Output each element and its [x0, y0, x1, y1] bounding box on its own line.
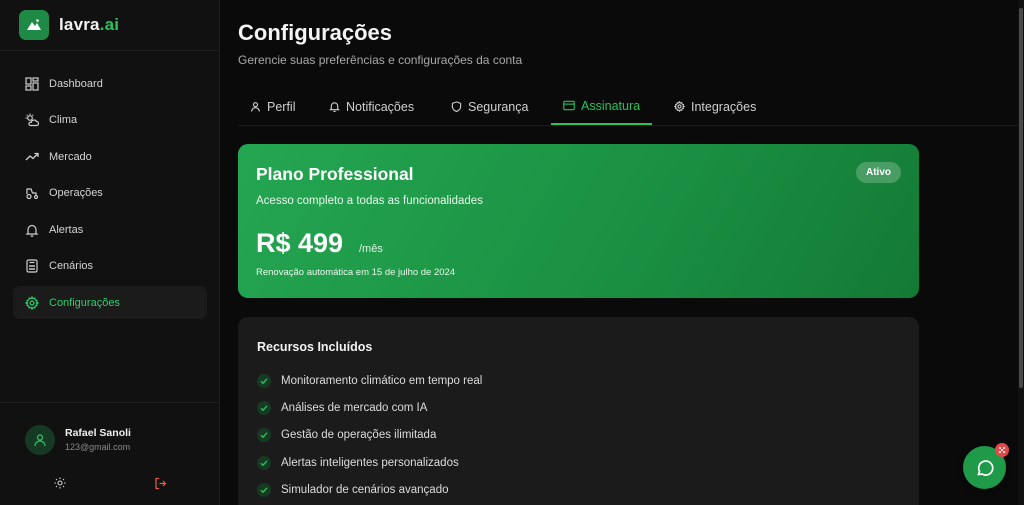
- sidebar-item-mercado[interactable]: Mercado: [13, 140, 207, 173]
- weather-icon: [24, 112, 40, 128]
- user-email: 123@gmail.com: [65, 442, 131, 452]
- plan-name: Plano Professional: [256, 164, 414, 184]
- feature-list: Monitoramento climático em tempo real An…: [257, 367, 482, 503]
- plan-card: Plano Professional Ativo Acesso completo…: [238, 144, 919, 298]
- check-icon: [257, 482, 271, 497]
- brand[interactable]: lavra.ai: [0, 0, 219, 51]
- tab-assinatura[interactable]: Assinatura: [551, 88, 653, 125]
- tab-integracoes[interactable]: Integrações: [674, 88, 756, 125]
- user-block: Rafael Sanoli 123@gmail.com: [0, 402, 220, 505]
- tab-label: Perfil: [267, 99, 296, 114]
- calculator-icon: [24, 258, 40, 274]
- logout-icon: [154, 477, 166, 489]
- plan-description: Acesso completo a todas as funcionalidad…: [256, 195, 483, 207]
- shield-icon: [451, 101, 462, 112]
- scrollbar-thumb[interactable]: [1019, 8, 1023, 388]
- bell-icon: [329, 101, 340, 112]
- check-icon: [257, 373, 271, 388]
- brand-name-main: lavra: [59, 15, 100, 34]
- tab-label: Assinatura: [581, 98, 641, 113]
- feature-label: Alertas inteligentes personalizados: [281, 456, 459, 469]
- feature-label: Simulador de cenários avançado: [281, 483, 449, 496]
- trending-up-icon: [24, 149, 40, 165]
- features-card: Recursos Incluídos Monitoramento climáti…: [238, 317, 919, 505]
- plan-price: R$ 499: [256, 228, 344, 258]
- sidebar-item-clima[interactable]: Clima: [13, 104, 207, 137]
- sidebar-item-label: Clima: [49, 114, 78, 126]
- sidebar-nav: Dashboard Clima Mercado Operações Alerta…: [13, 67, 207, 323]
- page-title: Configurações: [238, 20, 393, 45]
- gear-icon: [674, 101, 685, 112]
- tractor-icon: [24, 185, 40, 201]
- list-item: Gestão de operações ilimitada: [257, 422, 482, 449]
- plan-renewal: Renovação automática em 15 de julho de 2…: [256, 267, 456, 278]
- user-icon: [34, 434, 46, 447]
- list-item: Alertas inteligentes personalizados: [257, 449, 482, 476]
- dashboard-icon: [24, 76, 40, 92]
- tab-label: Segurança: [468, 99, 529, 114]
- sidebar-item-label: Mercado: [49, 150, 92, 163]
- sidebar-item-dashboard[interactable]: Dashboard: [13, 67, 207, 100]
- brand-name-suffix: .ai: [99, 15, 120, 34]
- chat-bubble-icon: [976, 459, 994, 476]
- feature-label: Gestão de operações ilimitada: [281, 429, 437, 442]
- sidebar: lavra.ai Dashboard Clima Mercado Operaçõ…: [0, 0, 220, 505]
- feature-label: Monitoramento climático em tempo real: [281, 374, 483, 387]
- gear-icon: [24, 295, 40, 311]
- check-icon: [257, 428, 271, 443]
- notification-badge-icon: [995, 443, 1009, 457]
- features-title: Recursos Incluídos: [257, 340, 373, 354]
- status-badge: Ativo: [856, 162, 901, 183]
- list-item: Monitoramento climático em tempo real: [257, 367, 482, 394]
- check-icon: [257, 400, 271, 415]
- plan-period: /mês: [359, 243, 383, 255]
- sidebar-item-label: Dashboard: [49, 77, 103, 90]
- logout-button[interactable]: [152, 475, 168, 491]
- user-icon: [250, 101, 261, 112]
- tab-notificacoes[interactable]: Notificações: [329, 88, 414, 125]
- mountain-logo-icon: [19, 10, 49, 40]
- feature-label: Análises de mercado com IA: [281, 401, 428, 414]
- check-icon: [257, 455, 271, 470]
- sidebar-item-cenarios[interactable]: Cenários: [13, 250, 207, 283]
- sidebar-item-configuracoes[interactable]: Configurações: [13, 286, 207, 319]
- sidebar-item-label: Configurações: [49, 296, 120, 309]
- tab-label: Integrações: [691, 99, 757, 114]
- tab-label: Notificações: [346, 99, 415, 114]
- theme-toggle-button[interactable]: [52, 475, 68, 491]
- brand-name: lavra.ai: [59, 15, 119, 35]
- credit-card-icon: [563, 100, 575, 111]
- settings-tabs: Perfil Notificações Segurança Assinatura…: [238, 88, 1018, 126]
- list-item: Análises de mercado com IA: [257, 394, 482, 421]
- tab-seguranca[interactable]: Segurança: [451, 88, 528, 125]
- sidebar-item-label: Operações: [49, 187, 103, 199]
- sidebar-item-alertas[interactable]: Alertas: [13, 213, 207, 246]
- sidebar-item-operacoes[interactable]: Operações: [13, 177, 207, 210]
- tab-perfil[interactable]: Perfil: [250, 88, 295, 125]
- bell-icon: [24, 222, 40, 238]
- sun-icon: [54, 477, 66, 489]
- list-item: Simulador de cenários avançado: [257, 476, 482, 503]
- user-name: Rafael Sanoli: [65, 427, 131, 439]
- page-subtitle: Gerencie suas preferências e configuraçõ…: [238, 53, 523, 67]
- avatar[interactable]: [25, 425, 55, 455]
- sidebar-item-label: Cenários: [49, 260, 94, 272]
- sidebar-item-label: Alertas: [49, 223, 84, 236]
